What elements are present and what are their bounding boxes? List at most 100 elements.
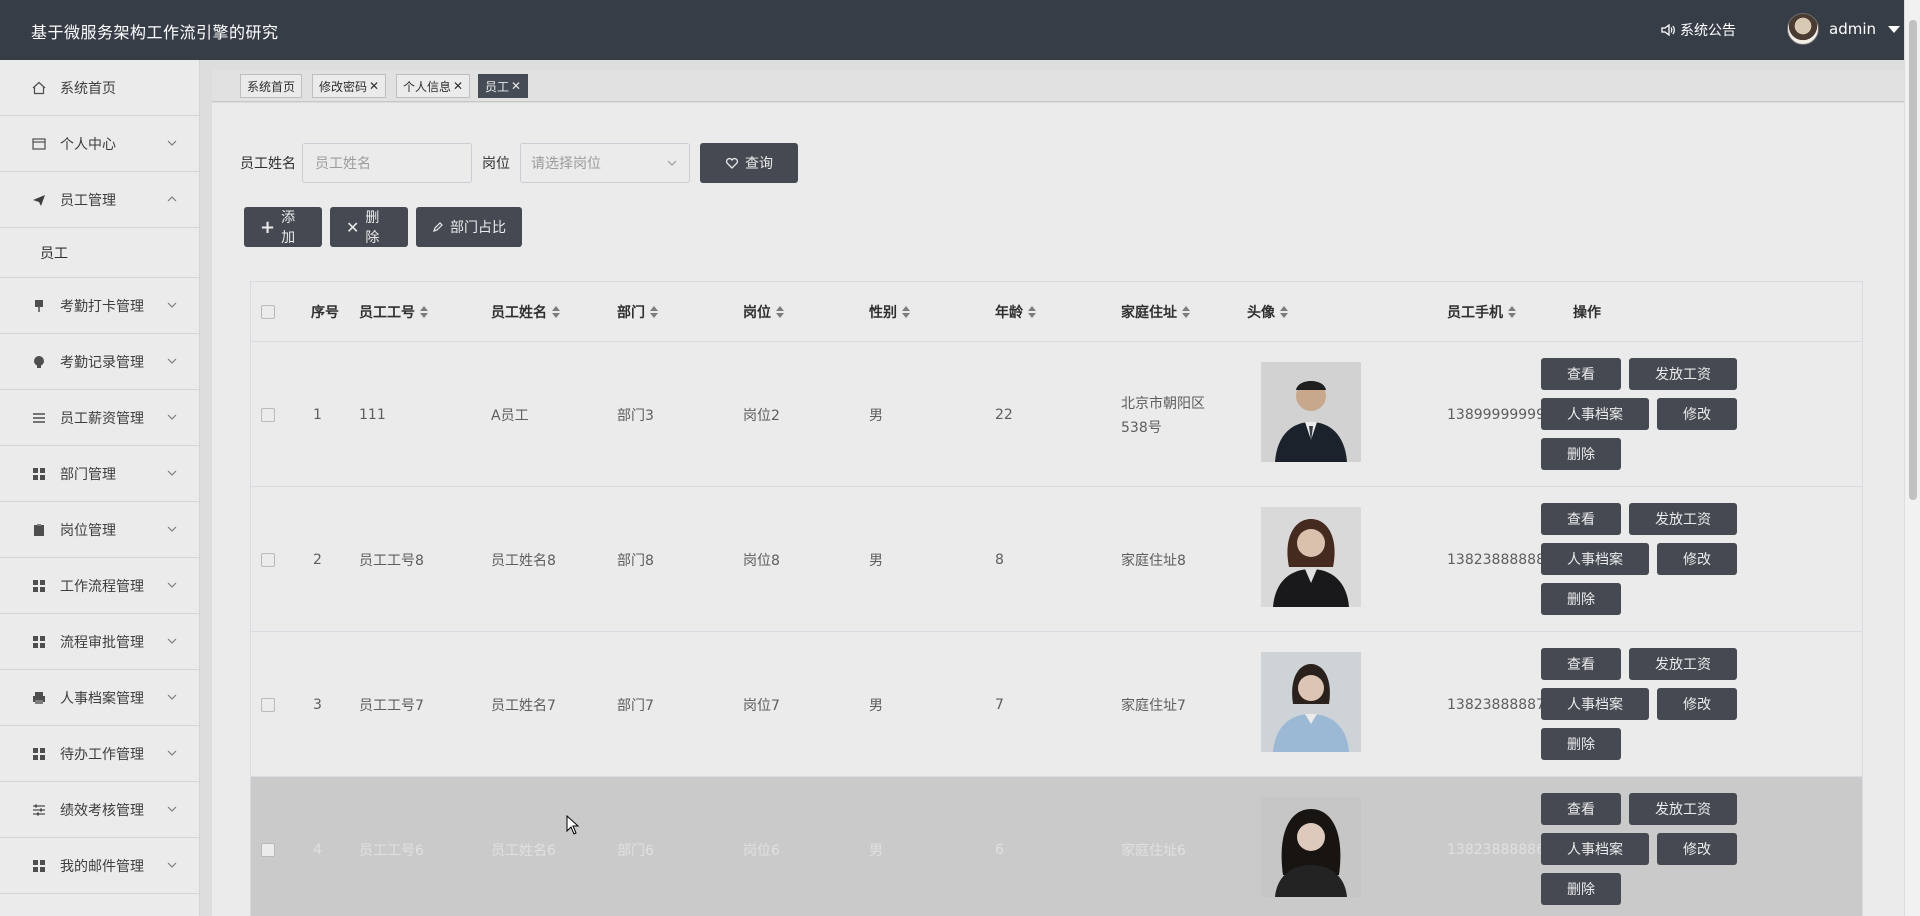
row-actions: 查看 发放工资 人事档案 修改 删除	[1541, 793, 1761, 905]
heart-icon	[725, 157, 739, 169]
hr-archive-button[interactable]: 人事档案	[1541, 833, 1649, 865]
main-content: 员工姓名 员工姓名 岗位 请选择岗位 查询 + 添加 ✕ 删除 部门占比 序号 …	[212, 103, 1904, 916]
query-button-label: 查询	[745, 156, 773, 172]
table-row: 1 111 A员工 部门3 岗位2 男 22 北京市朝阳区538号 138999…	[251, 342, 1862, 487]
delete-button[interactable]: ✕ 删除	[330, 207, 408, 247]
pay-salary-button[interactable]: 发放工资	[1629, 793, 1737, 825]
delete-row-button[interactable]: 删除	[1541, 728, 1621, 760]
header-label: 家庭住址	[1121, 305, 1177, 321]
sort-icon[interactable]	[1280, 306, 1288, 318]
tab-change-password[interactable]: 修改密码 ✕	[312, 74, 387, 98]
hr-archive-button[interactable]: 人事档案	[1541, 398, 1649, 430]
sidebar-item-home[interactable]: 系统首页	[0, 60, 199, 116]
header-gender[interactable]: 性别	[869, 282, 910, 342]
cell-post: 岗位7	[743, 697, 780, 714]
hr-archive-button[interactable]: 人事档案	[1541, 688, 1649, 720]
add-button[interactable]: + 添加	[244, 207, 322, 247]
header-post[interactable]: 岗位	[743, 282, 784, 342]
header-label: 序号	[311, 305, 339, 321]
sidebar-item-workflow[interactable]: 工作流程管理	[0, 558, 199, 614]
row-checkbox[interactable]	[261, 552, 275, 567]
sort-icon[interactable]	[1028, 306, 1036, 318]
view-button[interactable]: 查看	[1541, 793, 1621, 825]
chevron-down-icon	[167, 694, 177, 700]
view-button[interactable]: 查看	[1541, 358, 1621, 390]
employee-name-input[interactable]: 员工姓名	[302, 143, 472, 183]
view-button[interactable]: 查看	[1541, 648, 1621, 680]
system-notice-link[interactable]: 系统公告	[1660, 20, 1736, 40]
chevron-down-icon	[167, 638, 177, 644]
header-label: 年龄	[995, 305, 1023, 321]
select-all-cell	[261, 282, 275, 342]
sidebar-item-label: 绩效考核管理	[60, 802, 144, 819]
sidebar-item-employee-management[interactable]: 员工管理	[0, 172, 199, 228]
post-select[interactable]: 请选择岗位	[520, 143, 690, 183]
row-actions: 查看 发放工资 人事档案 修改 删除	[1541, 503, 1761, 615]
sort-icon[interactable]	[1182, 306, 1190, 318]
delete-row-button[interactable]: 删除	[1541, 438, 1621, 470]
sidebar-item-todo[interactable]: 待办工作管理	[0, 726, 199, 782]
cell-address: 北京市朝阳区538号	[1121, 396, 1205, 436]
sidebar-item-salary[interactable]: 员工薪资管理	[0, 390, 199, 446]
header-age[interactable]: 年龄	[995, 282, 1036, 342]
sidebar-item-performance[interactable]: 绩效考核管理	[0, 782, 199, 838]
tab-personal-info[interactable]: 个人信息 ✕	[396, 74, 471, 98]
sidebar-item-personal-center[interactable]: 个人中心	[0, 116, 199, 172]
sidebar-subitem-employee[interactable]: 员工	[0, 228, 199, 278]
sort-icon[interactable]	[650, 306, 658, 318]
edit-button[interactable]: 修改	[1657, 543, 1737, 575]
sidebar-item-attendance-clock[interactable]: 考勤打卡管理	[0, 278, 199, 334]
header-address[interactable]: 家庭住址	[1121, 282, 1190, 342]
sidebar-item-department[interactable]: 部门管理	[0, 446, 199, 502]
sidebar-item-post[interactable]: 岗位管理	[0, 502, 199, 558]
row-checkbox-cell	[261, 342, 275, 487]
sort-icon[interactable]	[776, 306, 784, 318]
chevron-down-icon	[167, 806, 177, 812]
printer-icon	[33, 691, 45, 704]
vertical-scrollbar[interactable]	[1904, 0, 1920, 916]
delete-row-button[interactable]: 删除	[1541, 583, 1621, 615]
hr-archive-button[interactable]: 人事档案	[1541, 543, 1649, 575]
close-icon[interactable]: ✕	[369, 79, 379, 93]
cell-emp-no: 111	[359, 406, 386, 423]
edit-button[interactable]: 修改	[1657, 688, 1737, 720]
view-button[interactable]: 查看	[1541, 503, 1621, 535]
sidebar-item-attendance-records[interactable]: 考勤记录管理	[0, 334, 199, 390]
tab-employee[interactable]: 员工 ✕	[478, 74, 529, 98]
sidebar-item-label: 考勤打卡管理	[60, 298, 144, 315]
cell-phone: 13899999999	[1447, 406, 1545, 423]
row-checkbox[interactable]	[261, 697, 275, 712]
cell-gender: 男	[869, 552, 883, 569]
pay-salary-button[interactable]: 发放工资	[1629, 358, 1737, 390]
close-icon[interactable]: ✕	[453, 79, 463, 93]
pay-salary-button[interactable]: 发放工资	[1629, 503, 1737, 535]
tab-home[interactable]: 系统首页	[240, 74, 303, 98]
select-all-checkbox[interactable]	[261, 305, 275, 319]
header-emp-no[interactable]: 员工工号	[359, 282, 428, 342]
row-checkbox[interactable]	[261, 842, 275, 857]
header-avatar[interactable]: 头像	[1247, 282, 1288, 342]
scrollbar-thumb[interactable]	[1909, 20, 1917, 500]
sort-icon[interactable]	[902, 306, 910, 318]
user-menu[interactable]: admin	[1787, 13, 1900, 45]
sort-icon[interactable]	[552, 306, 560, 318]
header-phone[interactable]: 员工手机	[1447, 282, 1516, 342]
sort-icon[interactable]	[420, 306, 428, 318]
close-icon[interactable]: ✕	[511, 79, 521, 93]
pay-salary-button[interactable]: 发放工资	[1629, 648, 1737, 680]
dept-ratio-button[interactable]: 部门占比	[416, 207, 522, 247]
edit-button[interactable]: 修改	[1657, 833, 1737, 865]
query-button[interactable]: 查询	[700, 143, 798, 183]
chevron-down-icon	[167, 358, 177, 364]
delete-row-button[interactable]: 删除	[1541, 873, 1621, 905]
cell-gender: 男	[869, 697, 883, 714]
sort-icon[interactable]	[1508, 306, 1516, 318]
row-checkbox[interactable]	[261, 407, 275, 422]
edit-button[interactable]: 修改	[1657, 398, 1737, 430]
header-dept[interactable]: 部门	[617, 282, 658, 342]
sidebar-item-approval[interactable]: 流程审批管理	[0, 614, 199, 670]
sidebar-item-mail[interactable]: 我的邮件管理	[0, 838, 199, 894]
table-row: 4 员工工号6 员工姓名6 部门6 岗位6 男 6 家庭住址6 13823888…	[251, 777, 1862, 916]
sidebar-item-hr-archive[interactable]: 人事档案管理	[0, 670, 199, 726]
header-name[interactable]: 员工姓名	[491, 282, 560, 342]
